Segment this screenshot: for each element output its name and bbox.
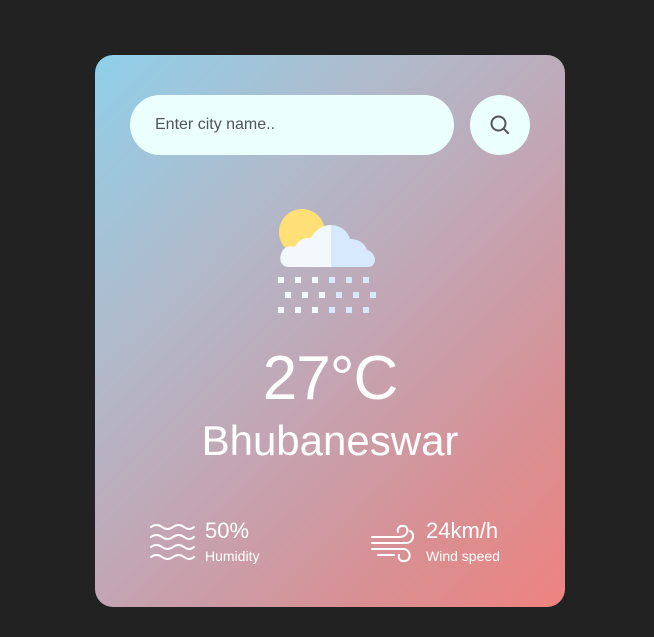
search-button[interactable] bbox=[470, 95, 530, 155]
humidity-label: Humidity bbox=[205, 548, 260, 564]
wind-detail: 24km/h Wind speed bbox=[370, 517, 540, 567]
city-name: Bhubaneswar bbox=[201, 417, 459, 464]
snowflakes-icon bbox=[278, 277, 376, 313]
humidity-detail: 50% Humidity bbox=[149, 517, 319, 567]
wind-speed-value: 24km/h bbox=[426, 518, 499, 543]
wind-speed-label: Wind speed bbox=[426, 548, 500, 564]
temperature-value: 27°C bbox=[262, 344, 399, 413]
search-icon bbox=[490, 115, 509, 134]
humidity-icon bbox=[150, 524, 195, 560]
humidity-value: 50% bbox=[205, 518, 250, 543]
weather-card: 27°C Bhubaneswar 50% Humidity 24km/h Win… bbox=[95, 55, 565, 607]
wind-icon bbox=[371, 524, 415, 563]
snow-cloud-sun-icon bbox=[278, 209, 376, 313]
city-search-input[interactable] bbox=[130, 95, 454, 155]
